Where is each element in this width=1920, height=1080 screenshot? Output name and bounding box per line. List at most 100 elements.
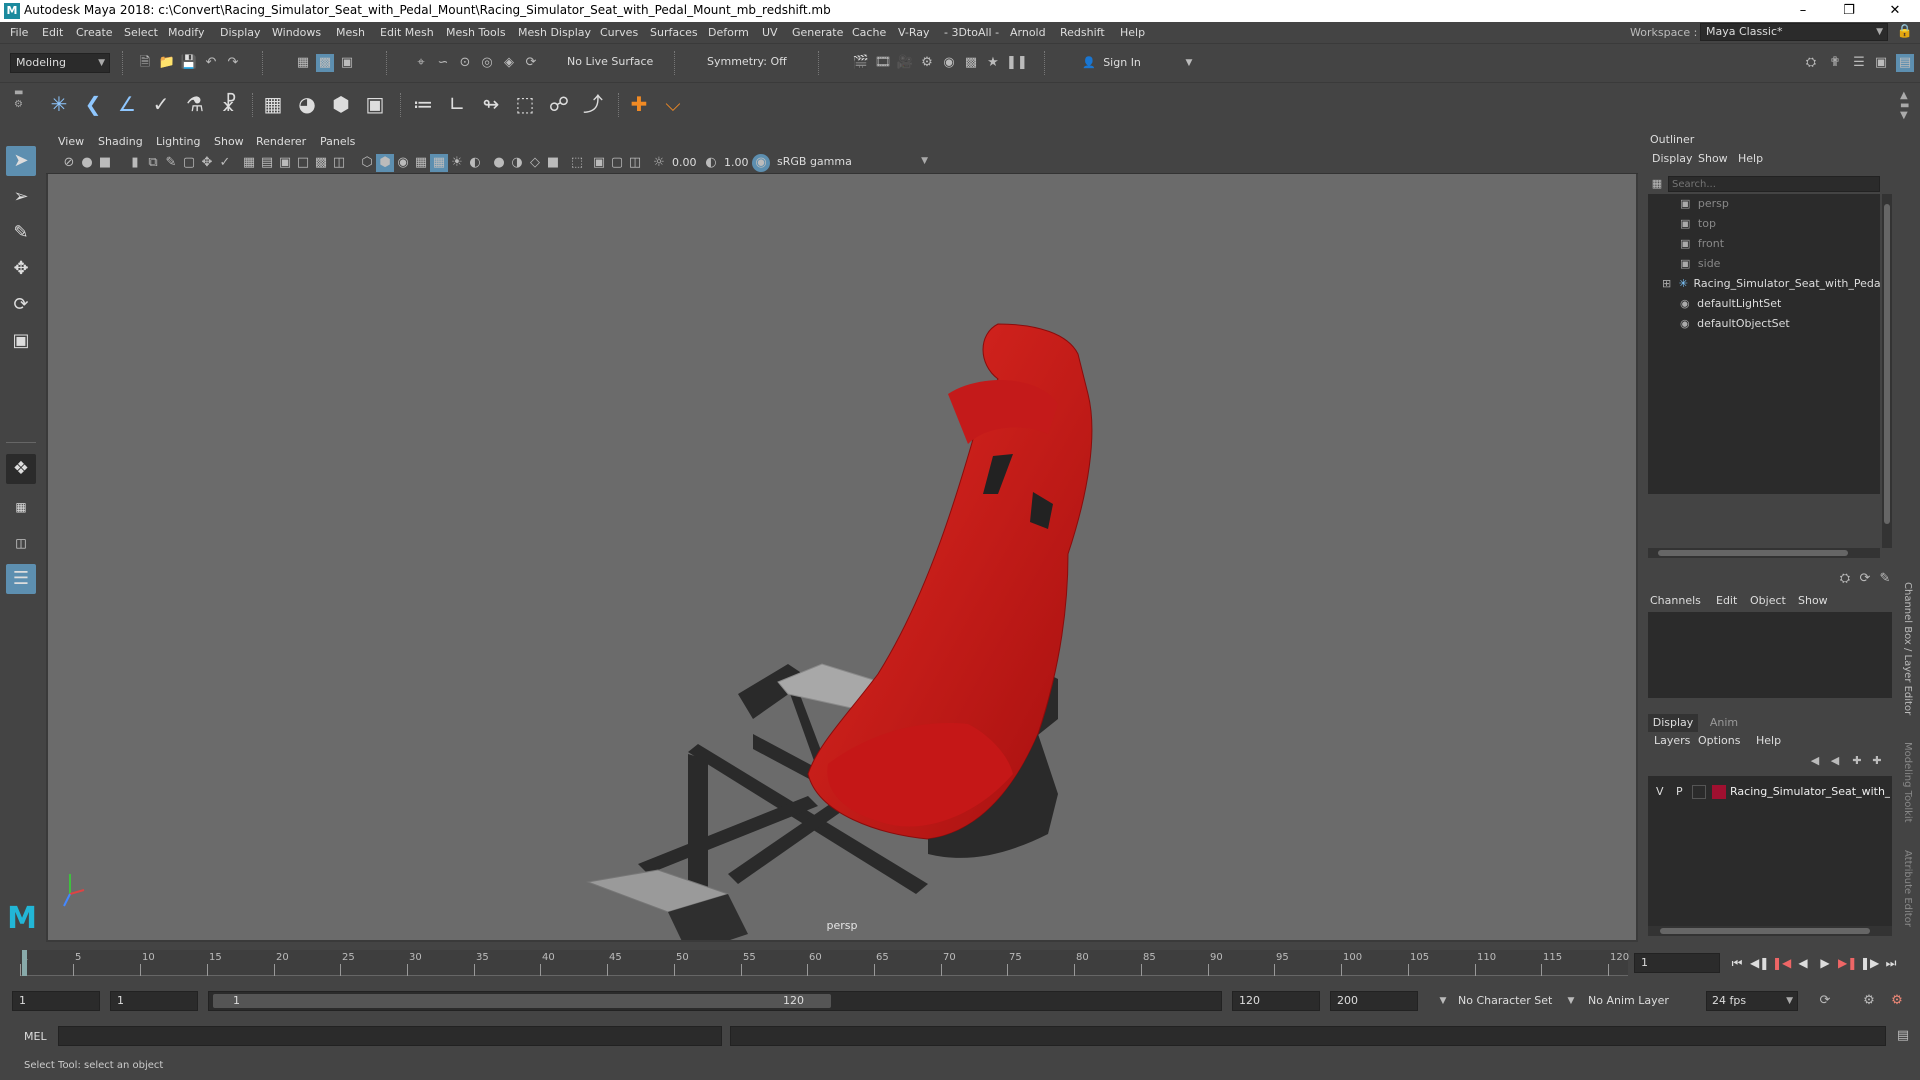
menu-vray[interactable]: V-Ray [898,26,930,39]
snap-point-icon[interactable]: ⊙ [456,54,474,72]
light-editor-icon[interactable]: ★ [984,54,1002,72]
hypershade-icon[interactable]: ◉ [940,54,958,72]
outliner-menu-help[interactable]: Help [1738,152,1763,165]
menu-arnold[interactable]: Arnold [1010,26,1046,39]
move-layer-down-icon[interactable]: ◀ [1826,752,1844,770]
menu-uv[interactable]: UV [762,26,778,39]
outliner-h-scrollbar[interactable] [1648,548,1880,558]
pause-icon[interactable]: ❚❚ [1006,54,1028,72]
outliner-search-input[interactable] [1668,176,1880,192]
loop-icon[interactable]: ⟳ [1816,992,1834,1010]
outliner-v-scrollbar[interactable] [1882,194,1892,548]
grid-icon[interactable]: ▦ [240,154,258,172]
time-ruler[interactable]: 1510152025303540455055606570758085909510… [20,950,1629,976]
set-key-icon[interactable]: ⌵ [658,89,688,119]
tool-settings-icon[interactable]: ▣ [1872,54,1890,72]
gamma-value[interactable]: 1.00 [724,156,749,169]
anim-layer-field[interactable]: No Anim Layer [1588,994,1669,1007]
time-slider[interactable]: 1510152025303540455055606570758085909510… [0,946,1920,980]
menu-mesh[interactable]: Mesh [336,26,365,39]
new-layer-icon[interactable]: ✚ [1848,752,1866,770]
render-view-icon[interactable]: 🎬 [852,54,870,72]
gamma-icon[interactable]: ◐ [702,154,720,172]
scrollbar-thumb[interactable] [1884,204,1890,524]
step-forward-key-icon[interactable]: ▶❚ [1838,954,1857,972]
animation-end-field[interactable]: 200 [1330,991,1418,1011]
outliner-item-racing-seat[interactable]: ⊞ ✳ Racing_Simulator_Seat_with_Pedal_Mou [1662,274,1880,294]
resolution-gate-icon[interactable]: ▢ [180,154,198,172]
symmetry-dropdown[interactable]: Symmetry: Off [702,53,802,73]
bookmark-icon[interactable]: ■ [96,154,114,172]
wireframe-on-shaded-icon[interactable]: ◉ [394,154,412,172]
attribute-editor-icon[interactable]: ☰ [1850,54,1868,72]
human-ik-icon[interactable]: ✟ [1826,54,1844,72]
layers-menu-layers[interactable]: Layers [1654,734,1690,747]
maximize-icon[interactable]: ❐ [1826,0,1872,22]
viewport-menu-lighting[interactable]: Lighting [156,135,200,148]
menu-edit[interactable]: Edit [42,26,63,39]
anti-aliasing-icon[interactable]: ◑ [508,154,526,172]
menu-file[interactable]: File [10,26,28,39]
current-time-marker[interactable] [22,950,27,976]
channels-menu-object[interactable]: Object [1750,594,1786,607]
shelf-scroll-icon[interactable]: ▲ ▬ ▼ [1900,91,1909,121]
snap-surface-icon[interactable]: ◈ [500,54,518,72]
render-frame-icon[interactable]: 🎞 [874,54,892,72]
step-back-key-icon[interactable]: ❚◀ [1772,954,1791,972]
xray-icon[interactable]: ⬚ [568,154,586,172]
paint-select-icon[interactable]: ✎ [6,218,36,248]
channels-menu-edit[interactable]: Edit [1716,594,1737,607]
move-layer-up-icon[interactable]: ◀ [1806,752,1824,770]
menu-curves[interactable]: Curves [600,26,638,39]
snap-curve-icon[interactable]: ∽ [434,54,452,72]
gate-mask-icon[interactable]: ▣ [276,154,294,172]
xray-joints-icon[interactable]: ▣ [590,154,608,172]
layer-name[interactable]: Racing_Simulator_Seat_with_P [1730,785,1890,798]
pixel-ratio-icon[interactable]: ◫ [330,154,348,172]
step-forward-icon[interactable]: ❚▶ [1860,954,1879,972]
outliner-item-persp[interactable]: ▣ persp [1680,194,1729,214]
menu-generate[interactable]: Generate [792,26,843,39]
layers-menu-help[interactable]: Help [1756,734,1781,747]
viewport-menu-show[interactable]: Show [214,135,244,148]
undo-icon[interactable]: ↶ [202,54,220,72]
layer-color-swatch[interactable] [1712,785,1726,799]
menu-windows[interactable]: Windows [272,26,321,39]
smooth-shade-icon[interactable]: ⬢ [376,154,394,172]
region-icon[interactable]: □ [294,154,312,172]
two-pane-icon[interactable]: ◫ [6,528,36,558]
skeleton-icon[interactable]: ☧ [214,89,244,119]
menu-surfaces[interactable]: Surfaces [650,26,698,39]
fps-dropdown[interactable]: 24 fps ▼ [1706,991,1798,1011]
channels-menu-show[interactable]: Show [1798,594,1828,607]
mode-dropdown[interactable]: Modeling ▼ [10,53,110,73]
move-tool-icon[interactable]: ✥ [6,254,36,284]
layers-menu-options[interactable]: Options [1698,734,1740,747]
script-editor-icon[interactable]: ▤ [1894,1027,1912,1045]
redo-icon[interactable]: ↷ [224,54,242,72]
minimize-icon[interactable]: – [1780,0,1826,22]
playback-start-field[interactable]: 1 [110,991,198,1011]
save-scene-icon[interactable]: 💾 [180,54,198,72]
preferences-icon[interactable]: ⚙ [1888,992,1906,1010]
workspace-dropdown[interactable]: Maya Classic* ▼ [1700,23,1888,41]
outliner-layout-icon[interactable]: ☰ [6,564,36,594]
modeling-toolkit-icon[interactable]: ⛭ [1802,54,1820,72]
outliner-item-default-object-set[interactable]: ◉ defaultObjectSet [1680,314,1790,334]
menu-3dtoall[interactable]: - 3DtoAll - [944,26,999,39]
chevron-down-icon[interactable]: ▼ [1434,992,1452,1010]
ik-handle-icon[interactable]: ❮ [78,89,108,119]
open-scene-icon[interactable]: 📁 [158,54,176,72]
select-object-icon[interactable]: ▩ [316,54,334,72]
viewport-menu-renderer[interactable]: Renderer [256,135,306,148]
new-layer-selected-icon[interactable]: ✚ [1868,752,1886,770]
chevron-down-icon[interactable]: ▼ [1180,54,1198,72]
outliner-menu-display[interactable]: Display [1652,152,1693,165]
exposure-icon[interactable]: ☼ [650,154,668,172]
motion-blur-icon[interactable]: ● [490,154,508,172]
menu-select[interactable]: Select [124,26,158,39]
scale-tool-icon[interactable]: ▣ [6,326,36,356]
depth-of-field-icon[interactable]: ◇ [526,154,544,172]
tab-anim[interactable]: Anim [1702,714,1746,732]
lights-icon[interactable]: ▦ [430,154,448,172]
